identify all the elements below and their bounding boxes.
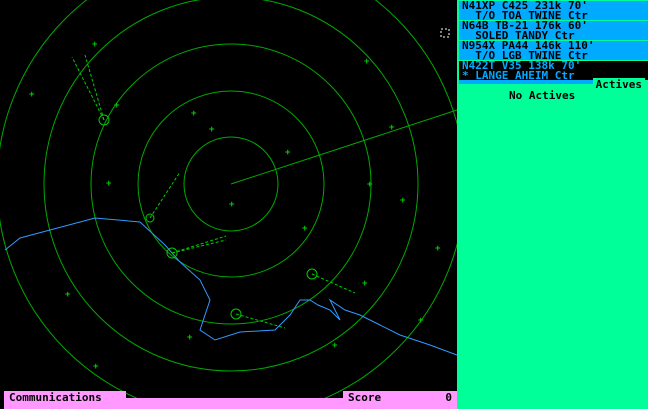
- flight-strip[interactable]: N954X PA44 146k 110' T/O LGB TWINE Ctr: [459, 40, 648, 60]
- flight-strip[interactable]: N64B TB-21 176k 60' SOLED TANDY Ctr: [459, 20, 648, 40]
- score-label: Score: [348, 391, 382, 404]
- plus-marker: +: [285, 148, 291, 158]
- plus-marker: +: [389, 123, 395, 133]
- runway-line: [230, 109, 457, 185]
- plus-marker: +: [92, 40, 98, 50]
- plus-marker: +: [65, 290, 71, 300]
- aircraft-targets[interactable]: [71, 54, 356, 329]
- plus-marker: +: [187, 333, 193, 343]
- actives-label: Actives: [592, 78, 645, 91]
- plus-marker: +: [209, 125, 215, 135]
- plus-marker: +: [191, 109, 197, 119]
- plus-marker: +: [29, 90, 35, 100]
- plus-marker: +: [332, 341, 338, 351]
- cursor-icon: [440, 28, 450, 38]
- score-display: Score 0: [343, 391, 457, 409]
- navaid-markers: + + + + + + + + + + + + + + + + + + + +: [29, 40, 441, 372]
- plus-marker: +: [400, 196, 406, 206]
- flight-strip[interactable]: N41XP C425 231k 70' T/O TOA TWINE Ctr: [459, 0, 648, 20]
- no-actives-text: No Actives: [509, 89, 576, 102]
- plus-marker: +: [114, 101, 120, 111]
- plus-marker: +: [367, 180, 373, 190]
- plus-marker: +: [106, 179, 112, 189]
- plus-marker: +: [93, 362, 99, 372]
- communications-label[interactable]: Communications: [4, 391, 126, 409]
- flight-strip-panel: N41XP C425 231k 70' T/O TOA TWINE Ctr N6…: [457, 0, 648, 409]
- plus-marker: +: [302, 224, 308, 234]
- coastline: [4, 217, 457, 356]
- score-value: 0: [445, 391, 452, 404]
- radar-scope[interactable]: + + + + + + + + + + + + + + + + + + + +: [0, 0, 457, 409]
- plus-marker: +: [229, 200, 235, 210]
- plus-marker: +: [418, 316, 424, 326]
- plus-marker: +: [435, 244, 441, 254]
- plus-marker: +: [362, 279, 368, 289]
- plus-marker: +: [364, 57, 370, 67]
